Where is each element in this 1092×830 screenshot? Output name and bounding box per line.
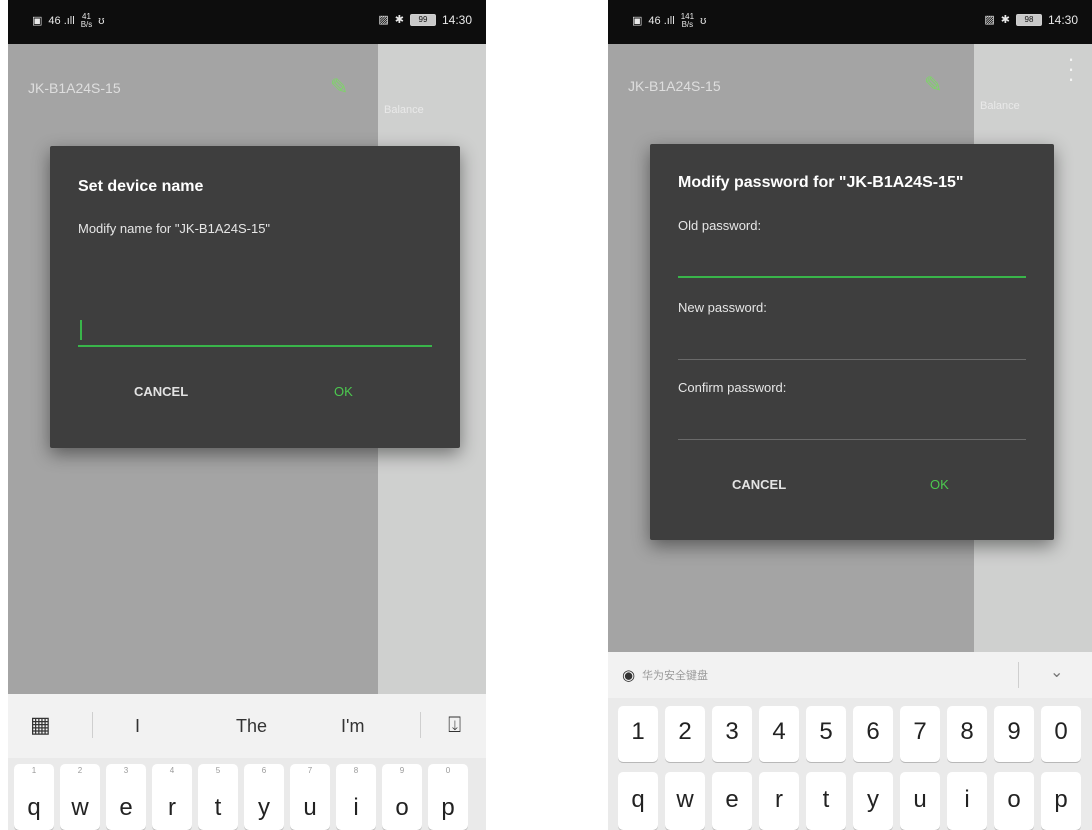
signal-icon: 46 .ıll [48, 15, 75, 27]
key-3[interactable]: 3 [712, 706, 752, 762]
key-w[interactable]: 2w [60, 764, 100, 830]
suggestion-2[interactable]: The [236, 716, 267, 737]
clock: 14:30 [441, 13, 472, 27]
edit-pencil-icon[interactable]: ✎ [924, 72, 942, 98]
key-y[interactable]: 6y [244, 764, 284, 830]
secure-keyboard-label: 华为安全键盘 [642, 670, 708, 682]
key-r[interactable]: r [759, 772, 799, 830]
key-u[interactable]: 7u [290, 764, 330, 830]
confirm-password-label: Confirm password: [678, 380, 787, 395]
keyboard: 1q 2w 3e 4r 5t 6y 7u 8i 9o 0p [8, 758, 486, 830]
key-r[interactable]: 4r [152, 764, 192, 830]
ok-button[interactable]: OK [334, 384, 353, 399]
suggestion-1[interactable]: I [135, 716, 140, 737]
key-4[interactable]: 4 [759, 706, 799, 762]
key-w[interactable]: w [665, 772, 705, 830]
key-9[interactable]: 9 [994, 706, 1034, 762]
key-5[interactable]: 5 [806, 706, 846, 762]
old-password-input[interactable] [678, 248, 1026, 278]
nfc-icon: ▨ [984, 14, 995, 26]
keyboard: 1234567890 qwertyuiop [608, 698, 1092, 830]
new-password-input[interactable] [678, 330, 1026, 360]
balance-label: Balance [384, 104, 424, 116]
battery-icon: 98 [1015, 14, 1042, 26]
app-notification-icon: ʊ [700, 15, 707, 27]
chevron-down-icon[interactable]: ⌄ [1050, 662, 1063, 682]
set-device-name-dialog: Set device name Modify name for "JK-B1A2… [50, 146, 460, 448]
notification-icon: ▣ [32, 15, 43, 27]
old-password-label: Old password: [678, 218, 762, 233]
dialog-title: Modify password for "JK-B1A24S-15" [678, 174, 964, 191]
cancel-button[interactable]: CANCEL [732, 477, 786, 492]
cancel-button[interactable]: CANCEL [134, 384, 188, 399]
modify-password-dialog: Modify password for "JK-B1A24S-15" Old p… [650, 144, 1054, 540]
status-bar: ▣ 46 .ıll 41 B/s ʊ ▨ ✱ 99 14:30 [8, 0, 486, 44]
dialog-message: Modify name for "JK-B1A24S-15" [78, 221, 271, 236]
key-t[interactable]: t [806, 772, 846, 830]
separator [1018, 662, 1019, 688]
key-7[interactable]: 7 [900, 706, 940, 762]
ok-button[interactable]: OK [930, 477, 949, 492]
key-y[interactable]: y [853, 772, 893, 830]
signal-icon: 46 .ıll [648, 15, 675, 27]
keyboard-suggestion-bar: ▦ I The I'm ⍗ [8, 694, 486, 758]
key-6[interactable]: 6 [853, 706, 893, 762]
device-title: JK-B1A24S-15 [28, 80, 121, 96]
confirm-password-input[interactable] [678, 410, 1026, 440]
new-password-label: New password: [678, 300, 767, 315]
edit-pencil-icon[interactable]: ✎ [330, 74, 348, 100]
keyboard-menu-icon[interactable]: ▦ [30, 712, 51, 738]
key-p[interactable]: 0p [428, 764, 468, 830]
key-8[interactable]: 8 [947, 706, 987, 762]
key-o[interactable]: o [994, 772, 1034, 830]
key-2[interactable]: 2 [665, 706, 705, 762]
shield-icon: ◉ [622, 667, 636, 684]
key-q[interactable]: 1q [14, 764, 54, 830]
key-u[interactable]: u [900, 772, 940, 830]
key-1[interactable]: 1 [618, 706, 658, 762]
key-i[interactable]: i [947, 772, 987, 830]
overflow-menu-icon[interactable]: · · · [1066, 48, 1076, 90]
dialog-title: Set device name [78, 178, 204, 195]
phone-screen-modify-password: ▣ 46 .ıll 141 B/s ʊ ▨ ✱ 98 14:30 JK-B1A2… [608, 0, 1092, 830]
secure-keyboard-header: ◉ 华为安全键盘 ⌄ [608, 652, 1092, 698]
key-q[interactable]: q [618, 772, 658, 830]
status-bar: ▣ 46 .ıll 141 B/s ʊ ▨ ✱ 98 14:30 [608, 0, 1092, 44]
battery-icon: 99 [409, 14, 436, 26]
key-i[interactable]: 8i [336, 764, 376, 830]
text-cursor [80, 320, 82, 340]
hide-keyboard-icon[interactable]: ⍗ [448, 712, 461, 738]
key-p[interactable]: p [1041, 772, 1081, 830]
separator [92, 712, 93, 738]
app-notification-icon: ʊ [98, 15, 105, 27]
notification-icon: ▣ [632, 15, 643, 27]
nfc-icon: ▨ [378, 14, 389, 26]
suggestion-3[interactable]: I'm [341, 716, 364, 737]
clock: 14:30 [1047, 13, 1078, 27]
key-e[interactable]: 3e [106, 764, 146, 830]
device-name-input[interactable] [78, 317, 432, 347]
bluetooth-icon: ✱ [394, 14, 404, 26]
network-speed: 41 B/s [80, 12, 93, 29]
key-t[interactable]: 5t [198, 764, 238, 830]
key-e[interactable]: e [712, 772, 752, 830]
device-title: JK-B1A24S-15 [628, 78, 721, 94]
balance-label: Balance [980, 100, 1020, 112]
separator [420, 712, 421, 738]
phone-screen-set-name: ▣ 46 .ıll 41 B/s ʊ ▨ ✱ 99 14:30 JK-B1A24… [8, 0, 486, 830]
key-0[interactable]: 0 [1041, 706, 1081, 762]
bluetooth-icon: ✱ [1000, 14, 1010, 26]
network-speed: 141 B/s [680, 12, 695, 29]
key-o[interactable]: 9o [382, 764, 422, 830]
